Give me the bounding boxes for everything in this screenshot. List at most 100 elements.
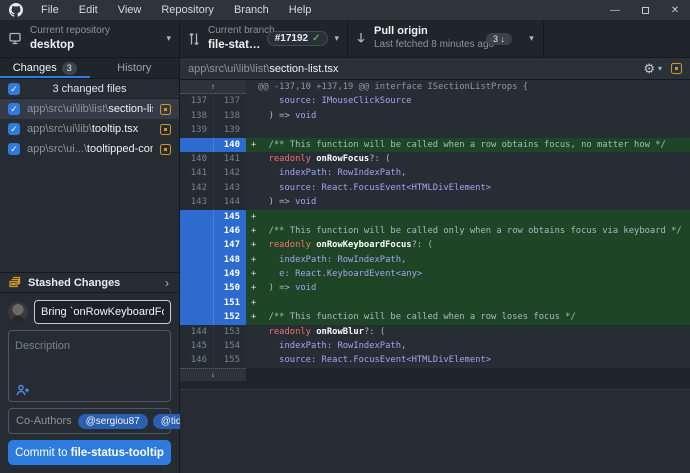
diff-row[interactable]: 149 + e: React.KeyboardEvent<any> — [180, 267, 690, 281]
branch-dropdown-caret-icon: ▾ — [328, 33, 339, 44]
diff-line-content: + /** This function will be called when … — [246, 310, 690, 324]
current-repository-button[interactable]: Current repository desktop ▾ — [0, 20, 180, 57]
diff-row[interactable]: 151 + — [180, 296, 690, 310]
diff-options-button[interactable]: ⚙ ▾ — [643, 62, 662, 75]
pull-origin-button[interactable]: Pull origin Last fetched 8 minutes ago 3… — [348, 20, 520, 57]
diff-row[interactable]: 148 + indexPath: RowIndexPath, — [180, 253, 690, 267]
diff-line-content: + /** This function will be called when … — [246, 138, 690, 152]
window-controls: — ✕ — [600, 0, 690, 20]
diff-row[interactable]: 142 143 source: React.FocusEvent<HTMLDiv… — [180, 181, 690, 195]
menubar-item-file[interactable]: File — [31, 0, 69, 20]
pull-count-badge: 3 ↓ — [486, 33, 512, 45]
expand-hunk-up-button[interactable]: ↑ — [180, 80, 246, 94]
coauthor-pill[interactable]: @sergiou87 — [78, 414, 148, 429]
changed-file-row[interactable]: ✓ app\src\ui\lib\list\section-list.tsx — [0, 99, 179, 119]
file-include-checkbox[interactable]: ✓ — [8, 123, 20, 135]
diff-line-content: readonly onRowBlur?: ( — [246, 325, 690, 339]
diff-line-content: + /** This function will be called only … — [246, 224, 690, 238]
changed-file-row[interactable]: ✓ app\src\ui...\tooltipped-content.tsx — [0, 139, 179, 159]
new-line-number: 149 — [213, 267, 246, 281]
old-line-number — [180, 138, 213, 152]
old-line-number — [180, 224, 213, 238]
modified-status-icon — [671, 63, 682, 74]
commit-button-branch-name: file-status-tooltip — [71, 447, 164, 459]
commit-button[interactable]: Commit to file-status-tooltip — [8, 440, 171, 465]
tab-history[interactable]: History — [90, 58, 180, 78]
pull-request-badge[interactable]: #17192 ✓ — [267, 31, 329, 46]
maximize-button[interactable] — [630, 0, 660, 20]
diff-row[interactable]: 141 142 indexPath: RowIndexPath, — [180, 166, 690, 180]
pull-origin-subtitle: Last fetched 8 minutes ago — [374, 39, 478, 52]
pr-number: #17192 — [275, 33, 308, 44]
diff-row[interactable]: 137 137 source: IMouseClickSource — [180, 94, 690, 108]
diff-panel: app\src\ui\lib\list\section-list.tsx ⚙ ▾… — [180, 58, 690, 473]
pull-options-caret-button[interactable]: ▾ — [520, 20, 544, 57]
modified-status-icon — [160, 124, 171, 135]
new-line-number: 150 — [213, 281, 246, 295]
diff-file-header: app\src\ui\lib\list\section-list.tsx ⚙ ▾ — [180, 58, 690, 80]
diff-line-content: indexPath: RowIndexPath, — [246, 166, 690, 180]
old-line-number — [180, 296, 213, 310]
diff-row[interactable]: 145 154 indexPath: RowIndexPath, — [180, 339, 690, 353]
diff-row[interactable]: 143 144 ) => void — [180, 195, 690, 209]
pull-labels: Pull origin Last fetched 8 minutes ago — [374, 25, 478, 51]
diff-row[interactable]: 152 + /** This function will be called w… — [180, 310, 690, 324]
select-all-row[interactable]: ✓ 3 changed files — [0, 79, 179, 99]
diff-marker: + — [251, 224, 256, 238]
diff-row[interactable]: 150 + ) => void — [180, 281, 690, 295]
menubar-item-branch[interactable]: Branch — [224, 0, 279, 20]
caret-down-icon: ▾ — [529, 33, 534, 44]
old-line-number — [180, 210, 213, 224]
stash-icon — [8, 276, 21, 289]
diff-marker: + — [251, 253, 256, 267]
menubar-item-repository[interactable]: Repository — [151, 0, 224, 20]
new-line-number: 153 — [213, 325, 246, 339]
commit-summary-input[interactable] — [34, 300, 171, 324]
coauthors-field[interactable]: Co-Authors @sergiou87@tidy-dev — [8, 408, 171, 434]
tab-changes[interactable]: Changes 3 — [0, 58, 90, 78]
expand-hunk-down-button[interactable]: ↓ — [180, 368, 246, 381]
file-include-checkbox[interactable]: ✓ — [8, 143, 20, 155]
old-line-number: 142 — [180, 181, 213, 195]
diff-row[interactable]: 140 141 readonly onRowFocus?: ( — [180, 152, 690, 166]
add-coauthor-icon[interactable] — [16, 384, 30, 396]
stashed-changes-row[interactable]: Stashed Changes › — [0, 272, 179, 293]
menubar-item-view[interactable]: View — [108, 0, 152, 20]
old-line-number — [180, 267, 213, 281]
diff-hunk-header-row: ↑ @@ -137,10 +137,19 @@ interface ISecti… — [180, 80, 690, 94]
commit-description-field[interactable]: Description — [8, 330, 171, 402]
diff-marker: + — [251, 296, 256, 310]
diff-row[interactable]: 138 138 ) => void — [180, 109, 690, 123]
minimize-button[interactable]: — — [600, 0, 630, 20]
diff-file-name: section-list.tsx — [269, 63, 338, 75]
current-repository-label: Current repository — [30, 25, 110, 38]
pull-origin-title: Pull origin — [374, 25, 478, 39]
diff-row[interactable]: 144 153 readonly onRowBlur?: ( — [180, 325, 690, 339]
diff-row[interactable]: 140 + /** This function will be called w… — [180, 138, 690, 152]
file-include-checkbox[interactable]: ✓ — [8, 103, 20, 115]
diff-row[interactable]: 146 155 source: React.FocusEvent<HTMLDiv… — [180, 353, 690, 367]
diff-row[interactable]: 145 + — [180, 210, 690, 224]
maximize-icon — [642, 7, 649, 14]
old-line-number: 146 — [180, 353, 213, 367]
repository-labels: Current repository desktop — [30, 25, 110, 52]
github-desktop-window: FileEditViewRepositoryBranchHelp — ✕ Cur… — [0, 0, 690, 473]
diff-line-content: indexPath: RowIndexPath, — [246, 339, 690, 353]
diff-line-content: + — [246, 210, 690, 224]
diff-row[interactable]: 147 + readonly onRowKeyboardFocus?: ( — [180, 238, 690, 252]
current-branch-button[interactable]: Current branch file-status-too... #17192… — [180, 20, 348, 57]
menubar-item-help[interactable]: Help — [279, 0, 322, 20]
changed-file-row[interactable]: ✓ app\src\ui\lib\tooltip.tsx — [0, 119, 179, 139]
diff-line-content: + readonly onRowKeyboardFocus?: ( — [246, 238, 690, 252]
close-button[interactable]: ✕ — [660, 0, 690, 20]
menubar-item-edit[interactable]: Edit — [69, 0, 108, 20]
old-line-number: 140 — [180, 152, 213, 166]
diff-row[interactable]: 139 139 — [180, 123, 690, 137]
tab-label: Changes — [13, 62, 57, 74]
diff-line-content: ) => void — [246, 109, 690, 123]
diff-line-content: readonly onRowFocus?: ( — [246, 152, 690, 166]
modified-status-icon — [160, 144, 171, 155]
diff-row[interactable]: 146 + /** This function will be called o… — [180, 224, 690, 238]
new-line-number: 147 — [213, 238, 246, 252]
diff-line-content: + e: React.KeyboardEvent<any> — [246, 267, 690, 281]
